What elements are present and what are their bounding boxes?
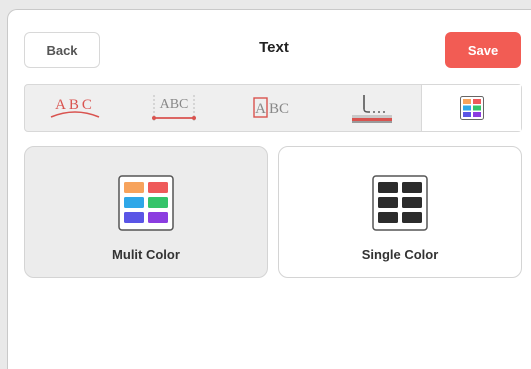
multi-color-option[interactable]: Mulit Color — [24, 146, 268, 278]
single-color-label: Single Color — [361, 247, 439, 262]
save-button[interactable]: Save — [445, 32, 521, 68]
multi-color-label: Mulit Color — [112, 247, 180, 262]
text-box-icon: A BC — [252, 97, 289, 118]
tab-curved-text[interactable]: ABC — [25, 85, 124, 131]
page-title: Text — [259, 39, 289, 56]
tab-text-layer[interactable] — [322, 85, 421, 131]
color-grid-icon — [459, 96, 484, 120]
text-width-icon: ABC — [151, 95, 196, 121]
text-width-glyphs: ABC — [159, 97, 188, 112]
curved-text-icon: ABC — [50, 97, 99, 118]
tab-text-box[interactable]: A BC — [223, 85, 322, 131]
text-box-glyph-bc: BC — [269, 101, 289, 117]
tab-text-width[interactable]: ABC — [124, 85, 223, 131]
text-box-glyph-a: A — [255, 101, 266, 117]
text-layer-icon — [351, 95, 392, 123]
single-color-option[interactable]: Single Color — [278, 146, 522, 278]
single-color-grid-icon — [372, 175, 428, 236]
text-tool-tabs: ABC ABC A BC — [24, 84, 522, 132]
curved-text-glyphs: ABC — [55, 97, 95, 113]
multi-color-grid-icon — [118, 175, 174, 236]
tab-color-mode[interactable] — [421, 85, 521, 131]
back-button[interactable]: Back — [24, 32, 100, 68]
text-panel: Back Text Save ABC ABC A BC Mulit Color … — [7, 9, 531, 369]
